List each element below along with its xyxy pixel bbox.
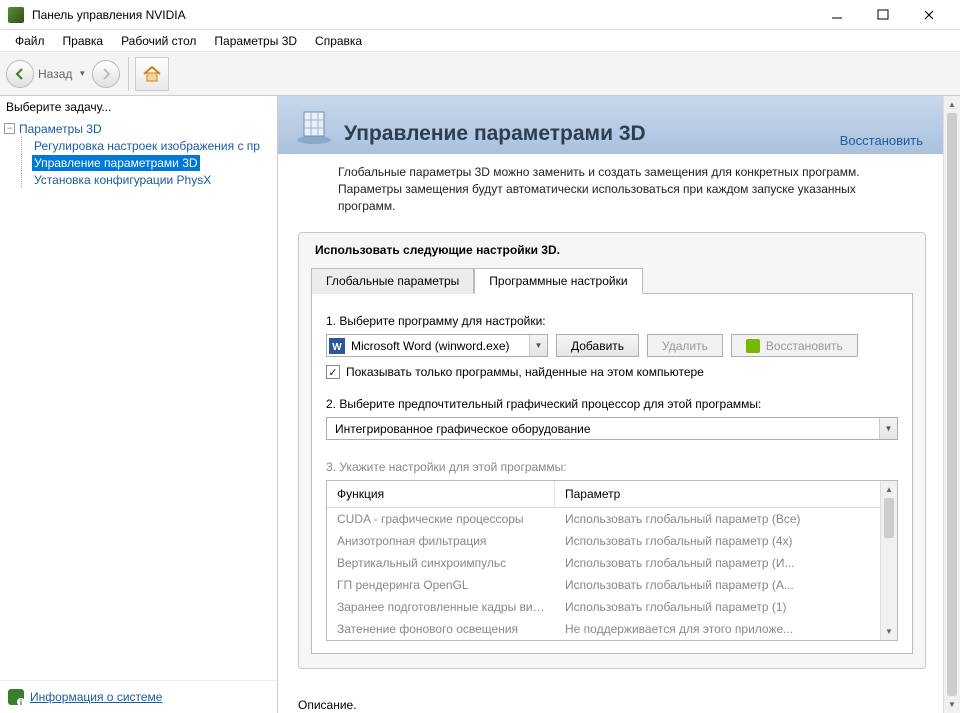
add-button[interactable]: Добавить bbox=[556, 334, 639, 357]
arrow-left-icon bbox=[12, 66, 28, 82]
table-header: Функция Параметр bbox=[327, 481, 897, 508]
show-found-row: ✓ Показывать только программы, найденные… bbox=[326, 365, 898, 379]
arrow-right-icon bbox=[98, 66, 114, 82]
gpu-select[interactable]: Интегрированное графическое оборудование… bbox=[326, 417, 898, 440]
table-row[interactable]: Затенение фонового освещенияНе поддержив… bbox=[327, 618, 880, 640]
tabs: Глобальные параметры Программные настрой… bbox=[311, 267, 913, 294]
table-row[interactable]: Заранее подготовленные кадры вирту...Исп… bbox=[327, 596, 880, 618]
tree-item-physx[interactable]: Установка конфигурации PhysX bbox=[32, 171, 273, 188]
page-icon bbox=[294, 106, 334, 146]
tree-root-label: Параметры 3D bbox=[19, 122, 102, 136]
right-panel: Управление параметрами 3D Восстановить Г… bbox=[278, 96, 960, 713]
back-label: Назад bbox=[38, 67, 72, 81]
scroll-thumb[interactable] bbox=[884, 498, 894, 538]
page-intro: Глобальные параметры 3D можно заменить и… bbox=[278, 154, 943, 224]
menu-file[interactable]: Файл bbox=[6, 32, 54, 50]
tab-program[interactable]: Программные настройки bbox=[474, 268, 642, 294]
page-title: Управление параметрами 3D bbox=[344, 122, 646, 146]
word-icon: W bbox=[327, 338, 347, 354]
chevron-down-icon: ▼ bbox=[879, 418, 897, 439]
scroll-up-icon[interactable]: ▲ bbox=[881, 481, 897, 498]
tab-global[interactable]: Глобальные параметры bbox=[311, 268, 474, 294]
minimize-button[interactable] bbox=[814, 0, 860, 30]
close-button[interactable] bbox=[906, 0, 952, 30]
maximize-icon bbox=[875, 7, 891, 23]
table-body: CUDA - графические процессорыИспользоват… bbox=[327, 508, 897, 640]
table-scrollbar[interactable]: ▲ ▼ bbox=[880, 481, 897, 640]
table-row[interactable]: Вертикальный синхроимпульсИспользовать г… bbox=[327, 552, 880, 574]
tree-item-adjust-image[interactable]: Регулировка настроек изображения с пр bbox=[32, 137, 273, 154]
settings-group: Использовать следующие настройки 3D. Гло… bbox=[298, 232, 926, 669]
menu-desktop[interactable]: Рабочий стол bbox=[112, 32, 205, 50]
remove-button[interactable]: Удалить bbox=[647, 334, 723, 357]
scroll-thumb[interactable] bbox=[947, 113, 957, 696]
collapse-icon[interactable]: − bbox=[4, 123, 15, 134]
show-found-checkbox[interactable]: ✓ bbox=[326, 365, 340, 379]
nvidia-icon bbox=[746, 339, 760, 353]
program-select-row: W Microsoft Word (winword.exe) ▼ Добавит… bbox=[326, 334, 898, 357]
chevron-down-icon: ▼ bbox=[529, 335, 547, 356]
home-button[interactable] bbox=[135, 57, 169, 91]
minimize-icon bbox=[829, 7, 845, 23]
nav-tree: − Параметры 3D Регулировка настроек изоб… bbox=[0, 120, 277, 680]
left-panel: Выберите задачу... − Параметры 3D Регули… bbox=[0, 96, 278, 713]
tree-root[interactable]: − Параметры 3D bbox=[4, 120, 273, 137]
col-function[interactable]: Функция bbox=[327, 481, 555, 507]
scroll-down-icon[interactable]: ▼ bbox=[881, 623, 897, 640]
table-row[interactable]: ГП рендеринга OpenGLИспользовать глобаль… bbox=[327, 574, 880, 596]
step3-label: 3. Укажите настройки для этой программы: bbox=[326, 460, 898, 474]
show-found-label: Показывать только программы, найденные н… bbox=[346, 365, 704, 379]
description-title: Описание. bbox=[298, 697, 926, 713]
menu-help[interactable]: Справка bbox=[306, 32, 371, 50]
content: Выберите задачу... − Параметры 3D Регули… bbox=[0, 96, 960, 713]
settings-table: Функция Параметр CUDA - графические проц… bbox=[326, 480, 898, 641]
tab-body: 1. Выберите программу для настройки: W M… bbox=[311, 294, 913, 654]
col-parameter[interactable]: Параметр bbox=[555, 481, 897, 507]
app-icon bbox=[8, 7, 24, 23]
menu-3d-params[interactable]: Параметры 3D bbox=[205, 32, 306, 50]
page-header: Управление параметрами 3D Восстановить bbox=[278, 96, 943, 154]
manage-3d-icon bbox=[294, 106, 334, 146]
task-label: Выберите задачу... bbox=[0, 96, 277, 120]
back-button[interactable] bbox=[6, 60, 34, 88]
system-info-link[interactable]: Информация о системе bbox=[30, 690, 162, 704]
step1-label: 1. Выберите программу для настройки: bbox=[326, 314, 898, 328]
menubar: Файл Правка Рабочий стол Параметры 3D Сп… bbox=[0, 30, 960, 52]
scroll-up-icon[interactable]: ▲ bbox=[944, 96, 960, 113]
program-select-value: Microsoft Word (winword.exe) bbox=[347, 339, 529, 353]
panel-scrollbar[interactable]: ▲ ▼ bbox=[943, 96, 960, 713]
window-controls bbox=[814, 0, 952, 30]
svg-text:W: W bbox=[332, 342, 342, 353]
home-icon bbox=[141, 63, 163, 85]
restore-button-label: Восстановить bbox=[766, 339, 843, 353]
info-icon bbox=[8, 689, 24, 705]
settings-caption: Использовать следующие настройки 3D. bbox=[311, 243, 913, 257]
close-icon bbox=[921, 7, 937, 23]
menu-edit[interactable]: Правка bbox=[54, 32, 113, 50]
tree-item-manage-3d[interactable]: Управление параметрами 3D bbox=[32, 154, 273, 171]
table-row[interactable]: Анизотропная фильтрацияИспользовать глоб… bbox=[327, 530, 880, 552]
restore-button[interactable]: Восстановить bbox=[731, 334, 858, 357]
table-row[interactable]: CUDA - графические процессорыИспользоват… bbox=[327, 508, 880, 530]
gpu-select-value: Интегрированное графическое оборудование bbox=[327, 422, 879, 436]
toolbar: Назад ▼ bbox=[0, 52, 960, 96]
forward-button[interactable] bbox=[92, 60, 120, 88]
toolbar-separator bbox=[128, 57, 129, 91]
program-select[interactable]: W Microsoft Word (winword.exe) ▼ bbox=[326, 334, 548, 357]
maximize-button[interactable] bbox=[860, 0, 906, 30]
back-chevron-icon[interactable]: ▼ bbox=[78, 69, 86, 78]
step2-label: 2. Выберите предпочтительный графический… bbox=[326, 397, 898, 411]
restore-defaults-link[interactable]: Восстановить bbox=[840, 133, 923, 148]
scroll-down-icon[interactable]: ▼ bbox=[944, 696, 960, 713]
window-title: Панель управления NVIDIA bbox=[32, 8, 814, 22]
system-info-link-row: Информация о системе bbox=[0, 680, 277, 713]
description-block: Описание. Указывает, какой графический п… bbox=[298, 697, 926, 713]
titlebar: Панель управления NVIDIA bbox=[0, 0, 960, 30]
